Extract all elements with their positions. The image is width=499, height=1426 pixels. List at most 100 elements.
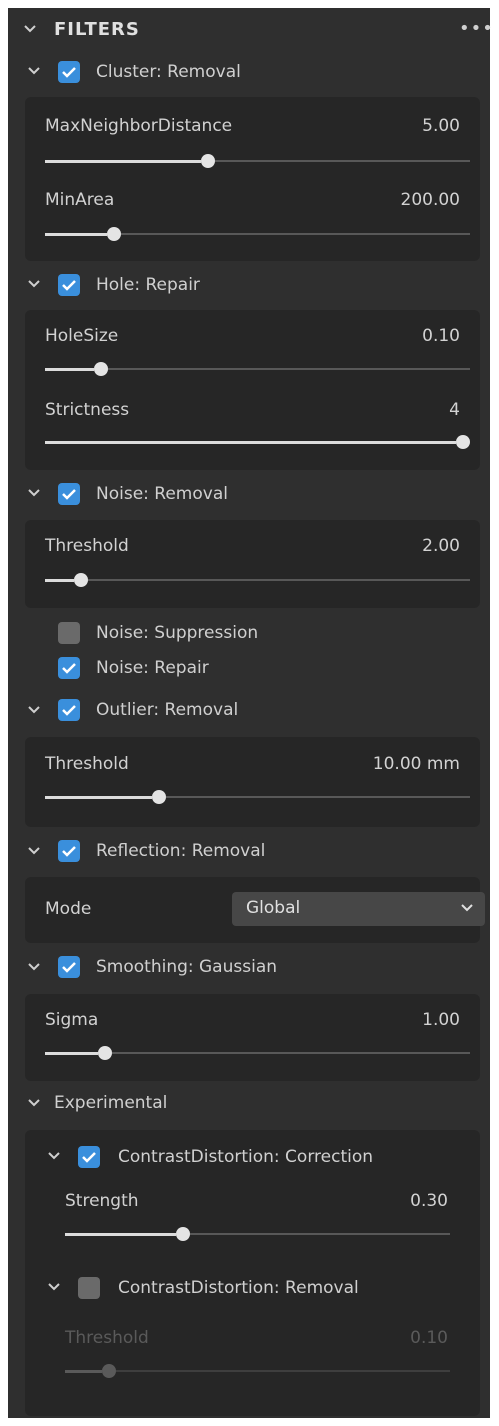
slider-track[interactable] (88, 579, 470, 581)
strength-slider[interactable] (65, 1226, 450, 1242)
slider-track[interactable] (121, 233, 470, 235)
slider-handle[interactable] (102, 1364, 116, 1378)
min-area-slider[interactable] (45, 226, 470, 242)
param-value: 200.00 (400, 190, 460, 210)
slider-track[interactable] (166, 796, 470, 798)
param-name: MinArea (45, 190, 115, 210)
slider-handle[interactable] (107, 227, 121, 241)
slider-fill (45, 160, 201, 163)
check-icon (62, 67, 76, 78)
outlier-params-group: Threshold 10.00 mm (25, 737, 480, 827)
chevron-down-icon[interactable] (28, 1099, 40, 1107)
noise-removal-label: Noise: Removal (96, 484, 228, 504)
check-icon (62, 962, 76, 973)
filter-outlier-row[interactable]: Outlier: Removal (8, 695, 490, 729)
param-name: Strength (65, 1191, 139, 1211)
cluster-removal-label: Cluster: Removal (96, 62, 241, 82)
slider-handle[interactable] (201, 154, 215, 168)
hole-params-group: HoleSize 0.10 Strictness 4 (25, 310, 480, 470)
check-icon (62, 489, 76, 500)
slider-handle[interactable] (176, 1227, 190, 1241)
chevron-down-icon[interactable] (48, 1152, 60, 1160)
sigma-slider[interactable] (45, 1045, 470, 1061)
filters-panel: FILTERS ••• Cluster: Removal MaxNeighbor… (8, 8, 493, 1418)
noise-threshold-slider[interactable] (45, 572, 470, 588)
slider-handle[interactable] (98, 1046, 112, 1060)
param-name: Threshold (45, 754, 129, 774)
filter-hole-row[interactable]: Hole: Repair (8, 269, 490, 303)
hole-repair-checkbox[interactable] (58, 274, 80, 296)
check-icon (82, 1152, 96, 1163)
outlier-removal-checkbox[interactable] (58, 699, 80, 721)
check-icon (62, 280, 76, 291)
experimental-row[interactable]: Experimental (8, 1088, 490, 1122)
filters-title: FILTERS (54, 19, 140, 40)
slider-handle[interactable] (456, 435, 470, 449)
slider-handle[interactable] (152, 790, 166, 804)
more-options-icon[interactable]: ••• (459, 18, 494, 39)
reflection-removal-label: Reflection: Removal (96, 841, 266, 861)
cluster-params-group: MaxNeighborDistance 5.00 MinArea 200.00 (25, 97, 480, 261)
contrast-removal-row[interactable]: ContrastDistortion: Removal (25, 1272, 480, 1306)
param-value: 4 (449, 400, 460, 420)
outlier-removal-label: Outlier: Removal (96, 700, 239, 720)
slider-track[interactable] (190, 1233, 450, 1235)
chevron-down-icon[interactable] (24, 25, 36, 33)
slider-fill (65, 1233, 176, 1236)
slider-handle[interactable] (74, 573, 88, 587)
cluster-removal-checkbox[interactable] (58, 61, 80, 83)
reflection-removal-checkbox[interactable] (58, 840, 80, 862)
slider-fill (45, 233, 107, 236)
strictness-slider[interactable] (45, 434, 470, 450)
filters-header[interactable]: FILTERS ••• (8, 8, 493, 52)
slider-fill (65, 1370, 102, 1373)
contrast-removal-label: ContrastDistortion: Removal (118, 1278, 359, 1298)
param-value: 1.00 (422, 1010, 460, 1030)
chevron-down-icon[interactable] (48, 1283, 60, 1291)
param-name: Strictness (45, 400, 130, 420)
filter-cluster-row[interactable]: Cluster: Removal (8, 56, 490, 90)
chevron-down-icon[interactable] (28, 489, 40, 497)
noise-repair-checkbox[interactable] (58, 657, 80, 679)
slider-fill (45, 441, 456, 444)
noise-suppression-checkbox[interactable] (58, 622, 80, 644)
smoothing-gaussian-label: Smoothing: Gaussian (96, 957, 278, 977)
filter-noise-row[interactable]: Noise: Removal (8, 478, 490, 512)
noise-removal-checkbox[interactable] (58, 483, 80, 505)
slider-track[interactable] (112, 1052, 470, 1054)
smoothing-gaussian-checkbox[interactable] (58, 956, 80, 978)
contrast-correction-checkbox[interactable] (78, 1146, 100, 1168)
noise-params-group: Threshold 2.00 (25, 520, 480, 608)
chevron-down-icon[interactable] (28, 963, 40, 971)
noise-repair-row[interactable]: Noise: Repair (8, 657, 490, 691)
contrast-correction-row[interactable]: ContrastDistortion: Correction (25, 1141, 480, 1175)
experimental-label: Experimental (54, 1093, 168, 1113)
slider-track[interactable] (215, 160, 470, 162)
noise-suppression-row[interactable]: Noise: Suppression (8, 617, 490, 651)
slider-handle[interactable] (94, 362, 108, 376)
param-name: Threshold (45, 536, 129, 556)
filter-reflection-row[interactable]: Reflection: Removal (8, 836, 490, 870)
check-icon (62, 705, 76, 716)
param-value: 0.30 (410, 1191, 448, 1211)
slider-track[interactable] (108, 368, 470, 370)
mode-select-value: Global (246, 898, 301, 918)
chevron-down-icon (461, 904, 473, 912)
experimental-group: ContrastDistortion: Correction Strength … (25, 1130, 480, 1416)
hole-repair-label: Hole: Repair (96, 275, 200, 295)
chevron-down-icon[interactable] (28, 706, 40, 714)
chevron-down-icon[interactable] (28, 67, 40, 75)
chevron-down-icon[interactable] (28, 847, 40, 855)
slider-track[interactable] (116, 1370, 450, 1372)
contrast-removal-checkbox[interactable] (78, 1277, 100, 1299)
contrast-correction-label: ContrastDistortion: Correction (118, 1147, 374, 1167)
outlier-threshold-slider[interactable] (45, 789, 470, 805)
param-value: 0.10 (422, 326, 460, 346)
chevron-down-icon[interactable] (28, 280, 40, 288)
mode-select[interactable]: Global (232, 892, 485, 926)
max-neighbor-distance-slider[interactable] (45, 153, 470, 169)
noise-suppression-label: Noise: Suppression (96, 623, 259, 643)
filter-smoothing-row[interactable]: Smoothing: Gaussian (8, 952, 490, 986)
hole-size-slider[interactable] (45, 361, 470, 377)
mode-label: Mode (45, 899, 92, 919)
